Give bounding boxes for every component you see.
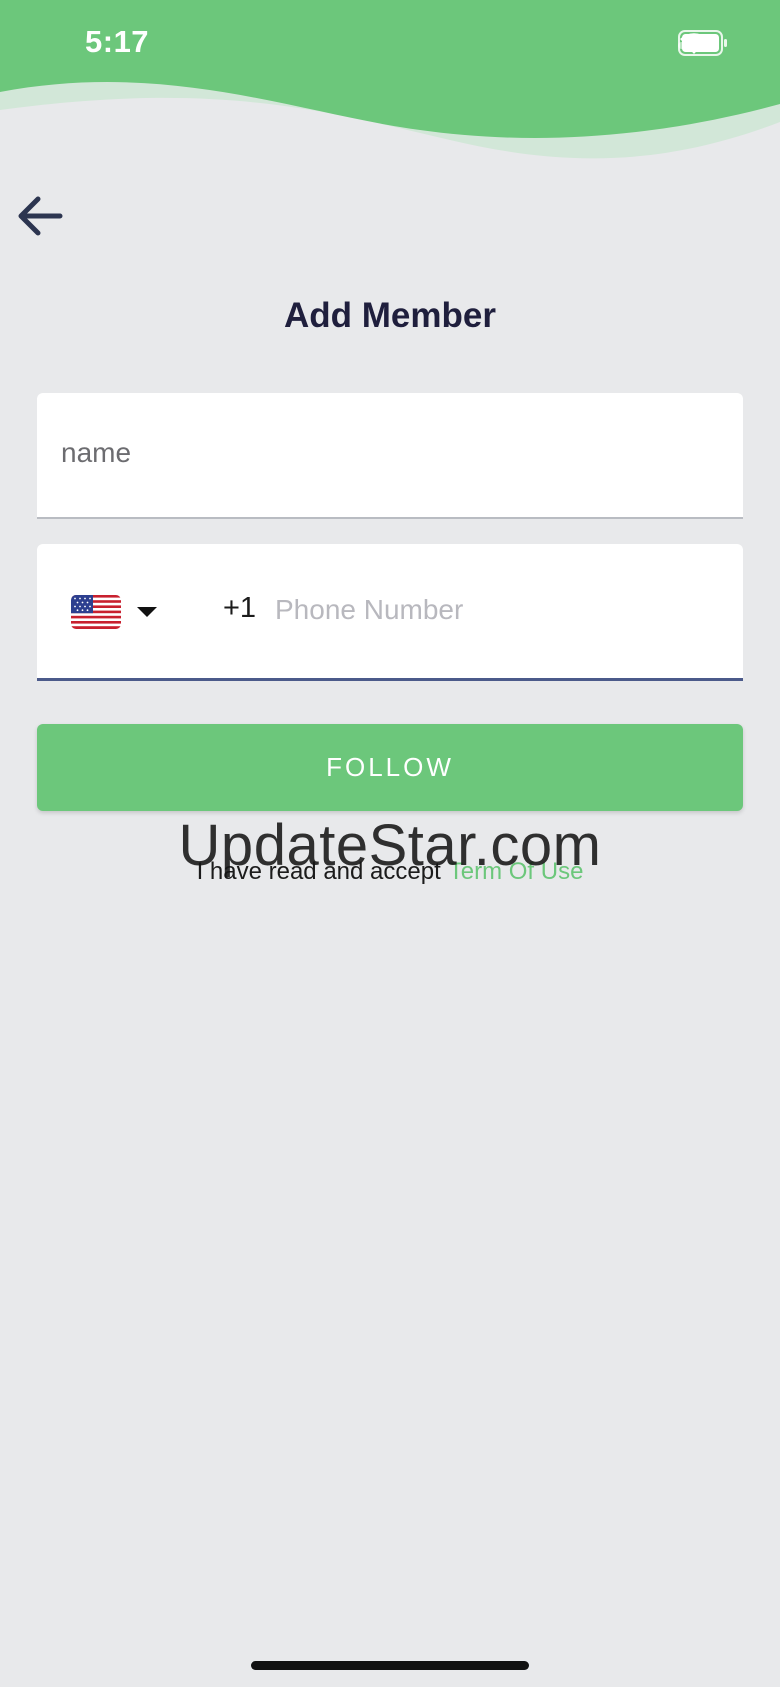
phone-number-input[interactable] — [273, 584, 717, 636]
name-input[interactable] — [59, 427, 723, 479]
status-time: 5:17 — [85, 24, 150, 59]
page-title: Add Member — [284, 296, 496, 335]
status-icons — [678, 30, 732, 60]
arrow-left-icon — [18, 196, 63, 236]
battery-icon — [678, 30, 727, 56]
home-indicator[interactable] — [251, 1661, 529, 1670]
caret-down-icon — [137, 607, 157, 617]
terms-of-use-link[interactable]: Term Of Use — [449, 858, 584, 885]
country-picker[interactable] — [71, 582, 211, 642]
terms-text: I have read and accept — [196, 858, 441, 885]
name-field[interactable] — [37, 393, 743, 519]
us-flag-icon — [71, 595, 121, 629]
wave-header: 5:17 — [0, 0, 780, 170]
phone-field[interactable]: +1 — [37, 544, 743, 681]
dial-code: +1 — [223, 592, 257, 624]
terms-row: I have read and accept Term Of Use — [0, 858, 780, 886]
back-button[interactable] — [10, 186, 70, 246]
follow-button[interactable]: FOLLOW — [37, 724, 743, 811]
